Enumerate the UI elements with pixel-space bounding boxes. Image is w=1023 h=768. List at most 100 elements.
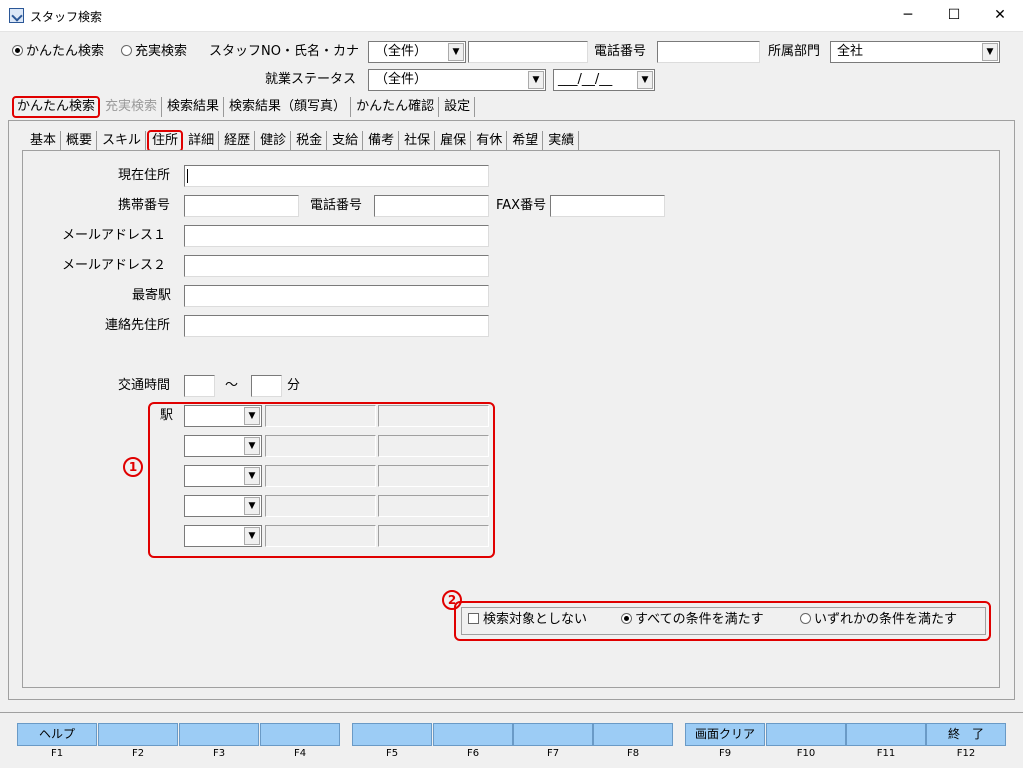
dept-select[interactable]: 全社 ▼ [830, 41, 1000, 63]
tilde-label: ～ [225, 378, 239, 393]
f1-help-button[interactable]: ヘルプ [17, 723, 97, 746]
f1-key-label: F1 [50, 748, 64, 759]
station-to-field [378, 405, 489, 427]
mail1-label: メールアドレス１ [62, 228, 167, 243]
f4-button[interactable] [260, 723, 340, 746]
close-button[interactable]: ✕ [977, 0, 1023, 31]
f6-button[interactable] [433, 723, 513, 746]
text-cursor [187, 169, 188, 183]
subtab-notes[interactable]: 備考 [364, 131, 400, 151]
subtab-detail[interactable]: 詳細 [184, 131, 220, 151]
f7-key-label: F7 [546, 748, 560, 759]
subtab-health[interactable]: 健診 [256, 131, 292, 151]
f10-button[interactable] [766, 723, 846, 746]
line-select[interactable]: ▼ [184, 495, 262, 517]
subtab-records[interactable]: 実績 [544, 131, 580, 151]
fkey-separator [0, 712, 1023, 713]
f7-button[interactable] [513, 723, 593, 746]
subtab-wishes[interactable]: 希望 [508, 131, 544, 151]
f10-key-label: F10 [796, 748, 816, 759]
maximize-button[interactable]: ☐ [931, 0, 977, 31]
staff-input[interactable] [468, 41, 588, 63]
f9-clear-button[interactable]: 画面クリア [685, 723, 765, 746]
f3-button[interactable] [179, 723, 259, 746]
subtab-payment[interactable]: 支給 [328, 131, 364, 151]
subtab-paid-leave[interactable]: 有休 [472, 131, 508, 151]
f6-key-label: F6 [466, 748, 480, 759]
subtab-address[interactable]: 住所 [147, 130, 184, 152]
any-condition-radio[interactable]: いずれかの条件を満たす [800, 610, 957, 630]
mail2-input[interactable] [184, 255, 489, 277]
line-select[interactable]: ▼ [184, 405, 262, 427]
status-select[interactable]: （全件） ▼ [368, 69, 546, 91]
tab-full-search[interactable]: 充実検索 [101, 97, 163, 117]
mode-full-label: 充実検索 [135, 44, 188, 59]
station-to-field [378, 495, 489, 517]
subtab-employment-insurance[interactable]: 雇保 [436, 131, 472, 151]
f4-key-label: F4 [293, 748, 307, 759]
mobile-label: 携帯番号 [118, 198, 171, 213]
tab-easy-search[interactable]: かんたん検索 [12, 96, 101, 118]
f2-key-label: F2 [131, 748, 145, 759]
chevron-down-icon: ▼ [982, 43, 998, 61]
mode-easy-radio[interactable]: かんたん検索 [12, 42, 104, 62]
mail2-label: メールアドレス２ [62, 258, 167, 273]
f11-button[interactable] [846, 723, 926, 746]
tab-results[interactable]: 検索結果 [163, 97, 225, 117]
staff-select[interactable]: （全件） ▼ [368, 41, 466, 63]
marker-1: 1 [123, 457, 143, 477]
tel-label: 電話番号 [310, 198, 363, 213]
all-conditions-radio[interactable]: すべての条件を満たす [621, 610, 764, 630]
address-input[interactable] [184, 165, 489, 187]
commute-label: 交通時間 [118, 378, 171, 393]
f12-exit-button[interactable]: 終 了 [926, 723, 1006, 746]
tel-input[interactable] [374, 195, 489, 217]
mode-full-radio[interactable]: 充実検索 [121, 42, 187, 62]
subtab-skill[interactable]: スキル [98, 131, 147, 151]
mode-easy-label: かんたん検索 [26, 44, 105, 59]
address-label: 現在住所 [118, 168, 171, 183]
phone-label: 電話番号 [594, 44, 647, 59]
fax-input[interactable] [550, 195, 665, 217]
station-from-field [265, 405, 376, 427]
title-bar [0, 0, 1023, 32]
minimize-button[interactable]: ─ [885, 0, 931, 31]
tab-settings[interactable]: 設定 [440, 97, 476, 117]
subtab-social-insurance[interactable]: 社保 [400, 131, 436, 151]
window-title: スタッフ検索 [30, 10, 103, 24]
subtab-basic[interactable]: 基本 [26, 131, 62, 151]
commute-from-input[interactable] [184, 375, 215, 397]
line-select[interactable]: ▼ [184, 525, 262, 547]
mail1-input[interactable] [184, 225, 489, 247]
subtab-tax[interactable]: 税金 [292, 131, 328, 151]
station-to-field [378, 435, 489, 457]
exclude-label: 検索対象としない [483, 612, 588, 627]
chevron-down-icon: ▼ [244, 437, 260, 455]
station-input[interactable] [184, 285, 489, 307]
f12-key-label: F12 [956, 748, 976, 759]
date-value: ___/__/__ [558, 72, 613, 87]
tab-results-photo[interactable]: 検索結果（顔写真） [225, 97, 352, 117]
chevron-down-icon: ▼ [448, 43, 464, 61]
radio-selected-icon [621, 613, 632, 624]
tab-easy-confirm[interactable]: かんたん確認 [352, 97, 440, 117]
f5-button[interactable] [352, 723, 432, 746]
chevron-down-icon: ▼ [244, 497, 260, 515]
mobile-input[interactable] [184, 195, 299, 217]
phone-input[interactable] [657, 41, 760, 63]
date-picker[interactable]: ___/__/__ ▼ [553, 69, 655, 91]
station-to-field [378, 525, 489, 547]
contact-label: 連絡先住所 [105, 318, 171, 333]
subtab-history[interactable]: 経歴 [220, 131, 256, 151]
station-from-field [265, 495, 376, 517]
line-select[interactable]: ▼ [184, 435, 262, 457]
commute-to-input[interactable] [251, 375, 282, 397]
radio-selected-icon [12, 45, 23, 56]
contact-input[interactable] [184, 315, 489, 337]
line-select[interactable]: ▼ [184, 465, 262, 487]
exclude-checkbox[interactable]: 検索対象としない [468, 610, 587, 630]
chevron-down-icon: ▼ [244, 467, 260, 485]
subtab-overview[interactable]: 概要 [62, 131, 98, 151]
f8-button[interactable] [593, 723, 673, 746]
f2-button[interactable] [98, 723, 178, 746]
